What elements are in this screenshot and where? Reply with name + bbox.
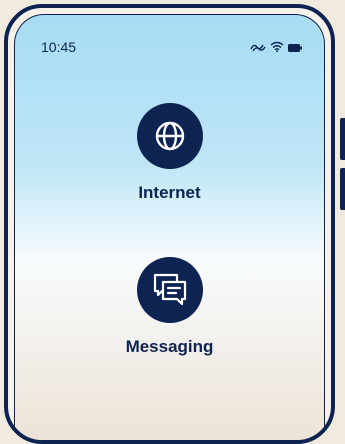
- wifi-icon: [270, 39, 284, 57]
- app-messaging[interactable]: Messaging: [15, 257, 324, 357]
- app-messaging-icon-circle[interactable]: [136, 257, 203, 323]
- app-internet[interactable]: Internet: [15, 103, 324, 203]
- app-internet-label: Internet: [138, 183, 201, 202]
- signal-icon: [250, 39, 266, 57]
- status-time: 10:45: [41, 39, 77, 55]
- globe-icon: [155, 121, 184, 151]
- phone-side-button-upper: [340, 118, 345, 160]
- phone-screen: 10:45 Internet Messaging: [14, 14, 325, 440]
- phone-side-button-lower: [340, 168, 345, 210]
- app-messaging-label: Messaging: [125, 337, 214, 356]
- phone-frame: 10:45 Internet Messaging: [4, 4, 335, 444]
- app-internet-icon-circle[interactable]: [136, 103, 203, 169]
- status-icons: [250, 39, 302, 57]
- battery-icon: [288, 39, 302, 57]
- chat-bubbles-icon: [153, 273, 186, 306]
